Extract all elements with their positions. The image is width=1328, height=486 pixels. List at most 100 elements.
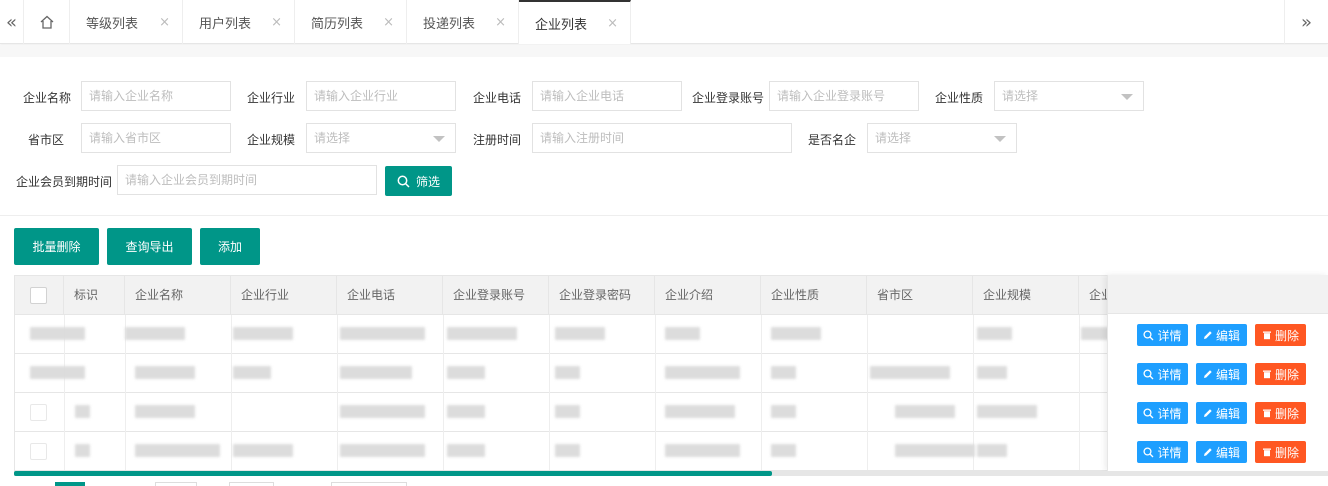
register-time-input[interactable]: 请输入注册时间 [532,123,792,153]
header-login-password: 企业登录密码 [549,276,655,315]
redacted-cell [447,366,485,379]
pencil-icon [1203,448,1212,456]
tab-label: 等级列表 [86,16,139,32]
delete-button-label: 删除 [1274,328,1299,343]
tab-company-list[interactable]: 企业列表 × [519,0,631,44]
batch-delete-button[interactable]: 批量删除 [14,228,99,265]
edit-button-label: 编辑 [1215,406,1240,421]
tabs-scroll-left-button[interactable]: « [0,0,24,44]
detail-button-label: 详情 [1157,445,1182,460]
region-input[interactable]: 请输入省市区 [81,123,231,153]
redacted-cell [75,444,90,457]
redacted-cell [233,327,293,340]
pagination-element[interactable] [331,482,407,486]
nature-label: 企业性质 [935,91,984,105]
scale-select[interactable]: 请选择 [306,123,456,153]
delete-button[interactable]: 删除 [1255,324,1306,346]
company-name-input[interactable]: 请输入企业名称 [81,81,231,111]
column-divider [443,315,444,470]
pagination-element[interactable] [229,482,274,486]
industry-label: 企业行业 [247,91,296,105]
tab-delivery-list[interactable]: 投递列表 × [407,0,519,44]
detail-button[interactable]: 详情 [1137,441,1188,463]
tabs-scroll-right-button[interactable]: » [1284,0,1328,44]
phone-input[interactable]: 请输入企业电话 [532,81,682,111]
redacted-cell [75,405,90,418]
pencil-icon [1203,370,1212,378]
redacted-cell [665,405,735,418]
trash-icon [1262,448,1271,457]
redacted-cell [665,366,740,379]
column-divider [337,315,338,470]
column-divider [231,315,232,470]
pagination-current[interactable] [55,482,85,486]
search-icon [1143,446,1154,457]
tab-user-list[interactable]: 用户列表 × [183,0,295,44]
detail-button[interactable]: 详情 [1137,363,1188,385]
delete-button[interactable]: 删除 [1255,363,1306,385]
edit-button-label: 编辑 [1215,445,1240,460]
add-button[interactable]: 添加 [200,228,260,265]
redacted-cell [771,405,796,418]
close-icon[interactable]: × [495,15,506,30]
register-time-label: 注册时间 [473,133,522,147]
horizontal-scrollbar-thumb[interactable] [14,471,772,476]
header-id: 标识 [64,276,125,315]
edit-button[interactable]: 编辑 [1196,402,1247,424]
close-icon[interactable]: × [159,15,170,30]
detail-button[interactable]: 详情 [1137,402,1188,424]
delete-button[interactable]: 删除 [1255,441,1306,463]
redacted-cell [870,366,950,379]
famous-select[interactable]: 请选择 [867,123,1017,153]
nature-select[interactable]: 请选择 [994,81,1144,111]
export-button[interactable]: 查询导出 [107,228,192,265]
close-icon[interactable]: × [271,15,282,30]
select-all-checkbox[interactable] [30,287,47,304]
login-account-input[interactable]: 请输入企业登录账号 [769,81,919,111]
trash-icon [1262,409,1271,418]
tab-resume-list[interactable]: 简历列表 × [295,0,407,44]
member-expire-input[interactable]: 请输入企业会员到期时间 [117,165,377,195]
pagination-element[interactable] [155,482,197,486]
header-industry: 企业行业 [231,276,337,315]
row-checkbox[interactable] [30,443,47,460]
pencil-icon [1203,409,1212,417]
edit-button-label: 编辑 [1215,328,1240,343]
redacted-cell [30,327,85,340]
double-chevron-left-icon: « [5,11,17,33]
action-column-header [1108,275,1328,314]
search-icon [1143,329,1154,340]
redacted-cell [340,405,425,418]
nature-select-value: 请选择 [1002,89,1039,103]
home-icon [40,15,53,29]
tab-home[interactable] [24,0,70,44]
edit-button[interactable]: 编辑 [1196,441,1247,463]
delete-button-label: 删除 [1274,445,1299,460]
double-chevron-right-icon: » [1300,11,1312,33]
edit-button[interactable]: 编辑 [1196,324,1247,346]
redacted-cell [233,444,293,457]
phone-label: 企业电话 [473,91,522,105]
delete-button-label: 删除 [1274,406,1299,421]
column-divider [867,315,868,470]
delete-button[interactable]: 删除 [1255,402,1306,424]
edit-button[interactable]: 编辑 [1196,363,1247,385]
tab-level-list[interactable]: 等级列表 × [70,0,183,44]
close-icon[interactable]: × [607,16,618,31]
search-button[interactable]: 筛选 [385,166,452,196]
tab-label: 投递列表 [423,16,476,32]
scale-select-value: 请选择 [314,131,351,145]
redacted-cell [135,405,195,418]
company-name-label: 企业名称 [23,91,72,105]
redacted-cell [30,366,85,379]
industry-input[interactable]: 请输入企业行业 [306,81,456,111]
row-checkbox[interactable] [30,404,47,421]
close-icon[interactable]: × [383,15,394,30]
redacted-cell [977,366,1007,379]
header-nature: 企业性质 [761,276,867,315]
redacted-cell [233,366,271,379]
column-divider [1079,315,1080,470]
detail-button[interactable]: 详情 [1137,324,1188,346]
redacted-cell [665,444,740,457]
redacted-cell [555,444,580,457]
